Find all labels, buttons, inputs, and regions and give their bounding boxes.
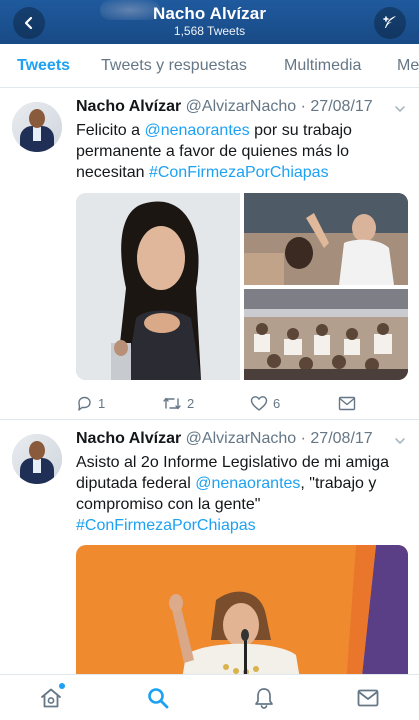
tab-tweets-y-respuestas[interactable]: Tweets y respuestas: [101, 44, 247, 87]
tweet-item[interactable]: Nacho Alvízar @AlvizarNacho · 27/08/17 F…: [0, 88, 419, 420]
profile-tabs: Tweets Tweets y respuestas Multimedia Me: [0, 44, 419, 88]
media-photo-portrait[interactable]: [76, 193, 240, 380]
avatar[interactable]: [12, 434, 62, 484]
nav-search[interactable]: [145, 685, 171, 711]
nav-notifications[interactable]: [251, 685, 277, 711]
tab-tweets[interactable]: Tweets: [17, 44, 70, 87]
tweet-header: Nacho Alvízar @AlvizarNacho · 27/08/17: [76, 430, 373, 448]
tweet-author-handle[interactable]: @AlvizarNacho: [186, 98, 297, 115]
direct-message-button[interactable]: [338, 393, 356, 413]
tweet-date: · 27/08/17: [300, 98, 373, 115]
tweet-author-name[interactable]: Nacho Alvízar: [76, 430, 181, 447]
reply-button[interactable]: 1: [76, 393, 105, 413]
compose-tweet-button[interactable]: [374, 7, 406, 39]
tweet-item[interactable]: Nacho Alvízar @AlvizarNacho · 27/08/17 A…: [0, 420, 419, 685]
like-button[interactable]: 6: [250, 393, 280, 413]
compose-feather-icon: [383, 16, 396, 28]
envelope-icon: [338, 396, 356, 410]
profile-name: Nacho Alvízar: [152, 4, 267, 23]
hashtag-link[interactable]: #ConFirmezaPorChiapas: [149, 164, 329, 181]
bottom-navigation: [0, 674, 419, 720]
reply-icon: [78, 396, 91, 411]
new-content-dot: [59, 683, 65, 689]
like-count: 6: [273, 395, 281, 411]
retweet-count: 2: [187, 395, 195, 411]
back-button[interactable]: [13, 7, 45, 39]
hashtag-link[interactable]: #ConFirmezaPorChiapas: [76, 517, 256, 534]
heart-icon: [250, 395, 268, 411]
media-photo-audience[interactable]: [244, 289, 408, 380]
chevron-down-icon[interactable]: [393, 434, 407, 448]
tweet-header: Nacho Alvízar @AlvizarNacho · 27/08/17: [76, 98, 373, 116]
tweet-author-name[interactable]: Nacho Alvízar: [76, 98, 181, 115]
mention-link[interactable]: @nenaorantes: [144, 122, 249, 139]
header-title: Nacho Alvízar 1,568 Tweets: [60, 3, 359, 39]
search-icon: [148, 688, 169, 709]
home-icon: [41, 688, 61, 708]
mention-link[interactable]: @nenaorantes: [195, 475, 300, 492]
chevron-down-icon[interactable]: [393, 102, 407, 116]
retweet-button[interactable]: 2: [162, 393, 194, 413]
tweet-count: 1,568 Tweets: [173, 24, 246, 38]
tweet-text: Felicito a @nenaorantes por su trabajo p…: [76, 122, 352, 181]
tweet-actions: 1 2 6: [76, 393, 376, 413]
retweet-icon: [163, 397, 181, 409]
tweet-text: Asisto al 2o Informe Legislativo de mi a…: [76, 454, 390, 534]
media-photo-crowd[interactable]: [244, 193, 408, 285]
chevron-left-icon: [24, 16, 33, 30]
bell-icon: [255, 688, 273, 709]
reply-count: 1: [98, 395, 106, 411]
tab-multimedia[interactable]: Multimedia: [284, 44, 361, 87]
tweet-author-handle[interactable]: @AlvizarNacho: [186, 430, 297, 447]
mail-icon: [357, 689, 379, 707]
tweet-media-grid[interactable]: [76, 193, 408, 380]
profile-header: Nacho Alvízar 1,568 Tweets: [0, 0, 419, 44]
nav-home[interactable]: [38, 683, 65, 711]
tweet-media-photo[interactable]: [76, 545, 408, 685]
tweet-date: · 27/08/17: [300, 430, 373, 447]
avatar[interactable]: [12, 102, 62, 152]
nav-messages[interactable]: [355, 685, 381, 711]
tab-me-gusta[interactable]: Me: [397, 44, 419, 87]
